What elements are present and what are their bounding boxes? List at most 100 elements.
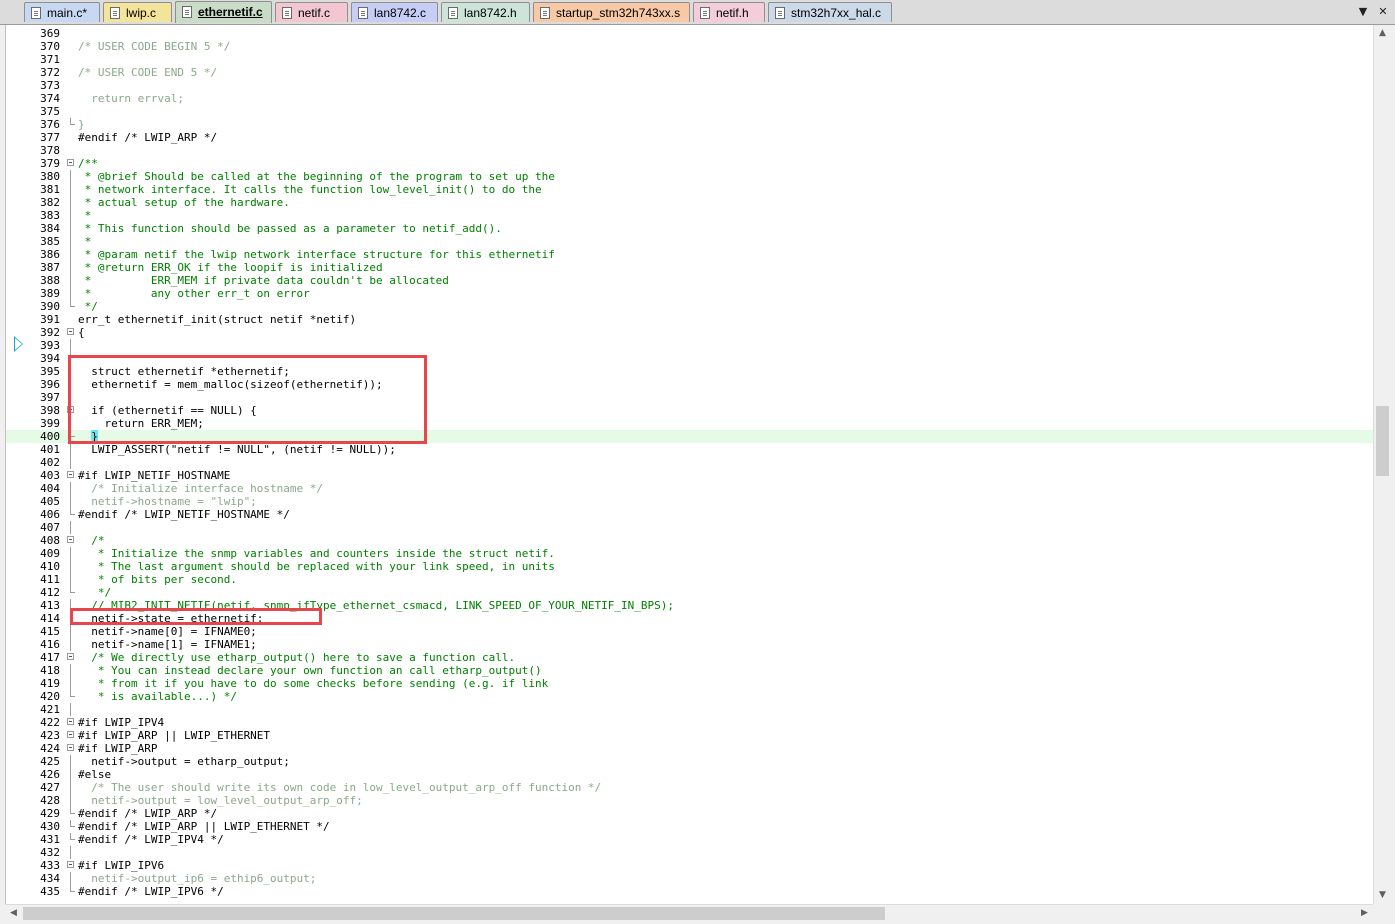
tab-label: stm32h7xx_hal.c xyxy=(791,6,882,20)
tab-lan8742-c[interactable]: lan8742.c xyxy=(351,2,438,22)
code-line[interactable]: 401 LWIP_ASSERT("netif != NULL", (netif … xyxy=(6,443,1373,456)
tab-netif-h[interactable]: netif.h xyxy=(693,2,765,22)
horizontal-scrollbar[interactable]: ◀ ▶ xyxy=(5,904,1373,922)
code-line[interactable]: 379 /** xyxy=(6,157,1373,170)
line-number: 407 xyxy=(40,521,60,534)
code-line[interactable]: 374 return errval; xyxy=(6,92,1373,105)
code-text: * @return ERR_OK if the loopif is initia… xyxy=(78,261,383,274)
tab-stm32h7xx-hal-c[interactable]: stm32h7xx_hal.c xyxy=(768,2,892,22)
chevron-down-icon[interactable]: ▼ xyxy=(1356,4,1370,20)
code-line[interactable]: 432 xyxy=(6,846,1373,859)
code-line[interactable]: 371 xyxy=(6,53,1373,66)
fold-toggle-icon[interactable] xyxy=(66,326,76,339)
code-line[interactable]: 404 /* Initialize interface hostname */ xyxy=(6,482,1373,495)
vertical-scroll-thumb[interactable] xyxy=(1376,406,1389,476)
code-line[interactable]: 424 #if LWIP_ARP xyxy=(6,742,1373,755)
code-line[interactable]: 433 #if LWIP_IPV6 xyxy=(6,859,1373,872)
code-editor[interactable]: 369 370 /* USER CODE BEGIN 5 */ 371 372 /* US… xyxy=(5,25,1373,904)
close-icon[interactable]: ✕ xyxy=(1376,4,1390,20)
code-line[interactable]: 388 * ERR_MEM if private data couldn't b… xyxy=(6,274,1373,287)
file-icon xyxy=(540,7,550,19)
scroll-up-icon[interactable]: ▲ xyxy=(1374,25,1391,42)
code-line[interactable]: 405 netif->hostname = "lwip"; xyxy=(6,495,1373,508)
fold-guide xyxy=(66,482,76,495)
fold-toggle-icon[interactable] xyxy=(66,651,76,664)
code-line[interactable]: 425 netif->output = etharp_output; xyxy=(6,755,1373,768)
code-line[interactable]: 381 * network interface. It calls the fu… xyxy=(6,183,1373,196)
scroll-down-icon[interactable]: ▼ xyxy=(1374,887,1391,904)
code-line[interactable]: 415 netif->name[0] = IFNAME0; xyxy=(6,625,1373,638)
code-line[interactable]: 410 * The last argument should be replac… xyxy=(6,560,1373,573)
code-text: err_t ethernetif_init(struct netif *neti… xyxy=(78,313,357,326)
code-line[interactable]: 430 #endif /* LWIP_ARP || LWIP_ETHERNET *… xyxy=(6,820,1373,833)
code-line[interactable]: 393 xyxy=(6,339,1373,352)
fold-guide xyxy=(66,872,76,885)
code-line[interactable]: 386 * @param netif the lwip network inte… xyxy=(6,248,1373,261)
code-line[interactable]: 435 #endif /* LWIP_IPV6 */ xyxy=(6,885,1373,898)
code-line[interactable]: 373 xyxy=(6,79,1373,92)
tab-startup-stm32h743xx-s[interactable]: startup_stm32h743xx.s xyxy=(533,2,690,22)
code-line[interactable]: 426 #else xyxy=(6,768,1373,781)
code-line[interactable]: 429 #endif /* LWIP_ARP */ xyxy=(6,807,1373,820)
code-text: * network interface. It calls the functi… xyxy=(78,183,542,196)
code-line[interactable]: 389 * any other err_t on error xyxy=(6,287,1373,300)
code-line[interactable]: 407 xyxy=(6,521,1373,534)
fold-toggle-icon[interactable] xyxy=(66,859,76,872)
tab-ethernetif-c[interactable]: ethernetif.c xyxy=(175,1,272,23)
fold-toggle-icon[interactable] xyxy=(66,729,76,742)
code-line[interactable]: 423 #if LWIP_ARP || LWIP_ETHERNET xyxy=(6,729,1373,742)
code-line[interactable]: 370 /* USER CODE BEGIN 5 */ xyxy=(6,40,1373,53)
code-line[interactable]: 409 * Initialize the snmp variables and … xyxy=(6,547,1373,560)
vertical-scrollbar[interactable]: ▲ ▼ xyxy=(1373,25,1391,904)
code-line[interactable]: 428 netif->output = low_level_output_arp… xyxy=(6,794,1373,807)
code-line[interactable]: 431 #endif /* LWIP_IPV4 */ xyxy=(6,833,1373,846)
code-line[interactable]: 419 * from it if you have to do some che… xyxy=(6,677,1373,690)
code-line[interactable]: 377 #endif /* LWIP_ARP */ xyxy=(6,131,1373,144)
horizontal-scroll-thumb[interactable] xyxy=(23,907,885,920)
tab-lwip-c[interactable]: lwip.c xyxy=(103,2,172,22)
code-line[interactable]: 369 xyxy=(6,27,1373,40)
code-line[interactable]: 392{ xyxy=(6,326,1373,339)
code-line[interactable]: 427 /* The user should write its own cod… xyxy=(6,781,1373,794)
code-line[interactable]: 382 * actual setup of the hardware. xyxy=(6,196,1373,209)
fold-guide xyxy=(66,833,76,846)
tab-lan8742-h[interactable]: lan8742.h xyxy=(441,2,530,22)
scroll-right-icon[interactable]: ▶ xyxy=(1356,905,1373,922)
code-line[interactable]: 411 * of bits per second. xyxy=(6,573,1373,586)
code-line[interactable]: 378 xyxy=(6,144,1373,157)
code-line[interactable]: 412 */ xyxy=(6,586,1373,599)
tab-netif-c[interactable]: netif.c xyxy=(275,2,348,22)
code-line[interactable]: 380 * @brief Should be called at the beg… xyxy=(6,170,1373,183)
code-line[interactable]: 391 err_t ethernetif_init(struct netif *n… xyxy=(6,313,1373,326)
fold-toggle-icon[interactable] xyxy=(66,469,76,482)
code-line[interactable]: 421 xyxy=(6,703,1373,716)
fold-toggle-icon[interactable] xyxy=(66,742,76,755)
line-number: 373 xyxy=(40,79,60,92)
code-line[interactable]: 402 xyxy=(6,456,1373,469)
code-line[interactable]: 387 * @return ERR_OK if the loopif is in… xyxy=(6,261,1373,274)
code-line[interactable]: 422 #if LWIP_IPV4 xyxy=(6,716,1373,729)
code-line[interactable]: 420 * is available...) */ xyxy=(6,690,1373,703)
code-line[interactable]: 418 * You can instead declare your own f… xyxy=(6,664,1373,677)
code-line[interactable]: 406 #endif /* LWIP_NETIF_HOSTNAME */ xyxy=(6,508,1373,521)
fold-toggle-icon[interactable] xyxy=(66,534,76,547)
code-line[interactable]: 403 #if LWIP_NETIF_HOSTNAME xyxy=(6,469,1373,482)
fold-toggle-icon[interactable] xyxy=(66,157,76,170)
code-text: * This function should be passed as a pa… xyxy=(78,222,502,235)
fold-toggle-icon[interactable] xyxy=(66,716,76,729)
code-line[interactable]: 376} xyxy=(6,118,1373,131)
code-line[interactable]: 385 * xyxy=(6,235,1373,248)
code-line[interactable]: 372 /* USER CODE END 5 */ xyxy=(6,66,1373,79)
code-line[interactable]: 384 * This function should be passed as … xyxy=(6,222,1373,235)
code-line[interactable]: 383 * xyxy=(6,209,1373,222)
code-line[interactable]: 416 netif->name[1] = IFNAME1; xyxy=(6,638,1373,651)
tab-main-c[interactable]: main.c* xyxy=(24,2,100,22)
code-line[interactable]: 434 netif->output_ip6 = ethip6_output; xyxy=(6,872,1373,885)
code-line[interactable]: 375 xyxy=(6,105,1373,118)
code-line[interactable]: 408 /* xyxy=(6,534,1373,547)
scroll-left-icon[interactable]: ◀ xyxy=(5,905,22,922)
line-number: 418 xyxy=(40,664,60,677)
code-line[interactable]: 390 */ xyxy=(6,300,1373,313)
code-line[interactable]: 417 /* We directly use etharp_output() h… xyxy=(6,651,1373,664)
line-number: 426 xyxy=(40,768,60,781)
